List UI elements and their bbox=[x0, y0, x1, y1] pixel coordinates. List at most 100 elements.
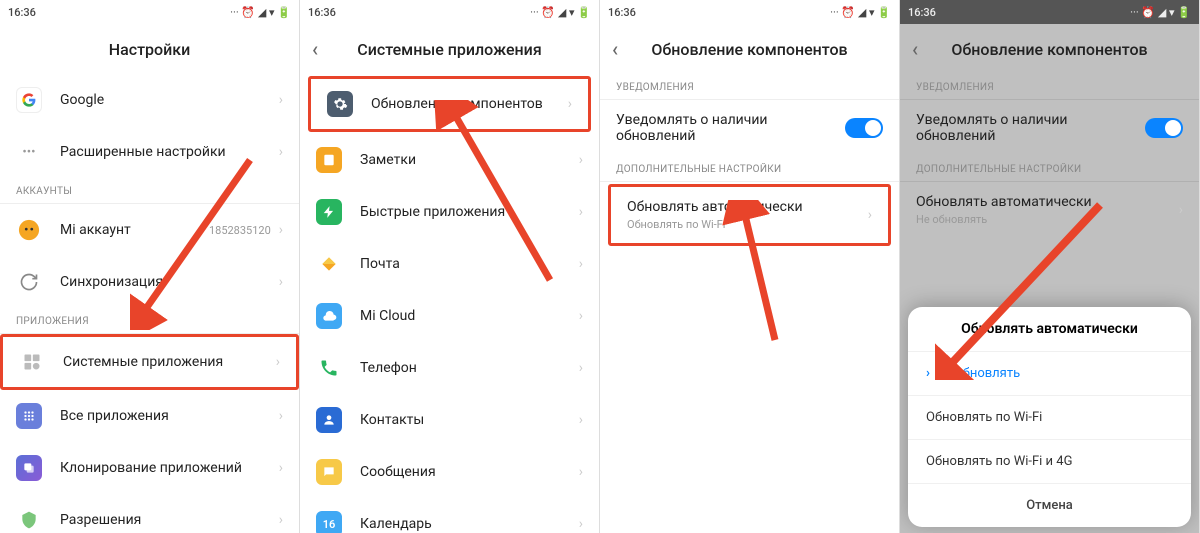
sheet-opt-label: Обновлять по Wi-Fi и 4G bbox=[926, 454, 1072, 469]
row-system-apps[interactable]: Системные приложения › bbox=[0, 334, 299, 390]
chevron-icon: › bbox=[279, 92, 283, 108]
row-notif-label: Уведомлять о наличии обновлений bbox=[916, 112, 1145, 144]
row-mi-id: 1852835120 bbox=[209, 224, 271, 237]
status-bar: 16:36 ··· ⏰ ◢ ▾ 🔋 bbox=[300, 0, 599, 24]
permissions-icon bbox=[16, 507, 42, 533]
phone-icon bbox=[316, 355, 342, 381]
back-button[interactable]: ‹ bbox=[912, 37, 918, 61]
notes-icon bbox=[316, 147, 342, 173]
row-auto-update[interactable]: Обновлять автоматически Обновлять по Wi-… bbox=[608, 184, 891, 246]
status-bar: 16:36 ··· ⏰ ◢ ▾ 🔋 bbox=[900, 0, 1199, 24]
row-notes[interactable]: Заметки › bbox=[300, 134, 599, 186]
row-sync[interactable]: Синхронизация › bbox=[0, 256, 299, 308]
row-advanced[interactable]: ••• Расширенные настройки › bbox=[0, 126, 299, 178]
sheet-cancel[interactable]: Отмена bbox=[908, 483, 1191, 527]
chevron-icon: › bbox=[579, 412, 583, 428]
row-all-apps[interactable]: Все приложения › bbox=[0, 390, 299, 442]
status-bar: 16:36 ··· ⏰ ◢ ▾ 🔋 bbox=[0, 0, 299, 24]
section-extra: ДОПОЛНИТЕЛЬНЫЕ НАСТРОЙКИ bbox=[900, 156, 1199, 182]
row-notify-updates[interactable]: Уведомлять о наличии обновлений bbox=[900, 100, 1199, 156]
row-contacts-label: Контакты bbox=[360, 412, 579, 428]
back-button[interactable]: ‹ bbox=[612, 37, 618, 61]
row-mail-label: Почта bbox=[360, 256, 579, 272]
chevron-icon: › bbox=[279, 512, 283, 528]
status-time: 16:36 bbox=[608, 6, 636, 19]
row-mi-label: Mi аккаунт bbox=[60, 222, 209, 238]
row-mi-account[interactable]: Mi аккаунт 1852835120 › bbox=[0, 204, 299, 256]
clone-icon bbox=[16, 455, 42, 481]
row-cal-label: Календарь bbox=[360, 516, 579, 532]
chevron-icon: › bbox=[279, 274, 283, 290]
chevron-icon: › bbox=[868, 207, 872, 223]
row-permissions[interactable]: Разрешения › bbox=[0, 494, 299, 533]
chevron-icon: › bbox=[579, 516, 583, 532]
page-title: Настройки bbox=[109, 40, 190, 59]
chevron-icon: › bbox=[579, 308, 583, 324]
row-notif-label: Уведомлять о наличии обновлений bbox=[616, 112, 845, 144]
row-contacts[interactable]: Контакты › bbox=[300, 394, 599, 446]
status-icons: ··· ⏰ ◢ ▾ 🔋 bbox=[830, 6, 891, 19]
sheet-option-wifi[interactable]: Обновлять по Wi-Fi bbox=[908, 395, 1191, 439]
action-sheet: Обновлять автоматически Не обновлять Обн… bbox=[908, 307, 1191, 527]
status-icons: ··· ⏰ ◢ ▾ 🔋 bbox=[230, 6, 291, 19]
chevron-icon: › bbox=[279, 144, 283, 160]
chevron-icon: › bbox=[1179, 202, 1183, 218]
page-title: Обновление компонентов bbox=[951, 40, 1147, 59]
row-messages[interactable]: Сообщения › bbox=[300, 446, 599, 498]
panel-settings: 16:36 ··· ⏰ ◢ ▾ 🔋 Настройки Google › •••… bbox=[0, 0, 300, 533]
back-button[interactable]: ‹ bbox=[312, 37, 318, 61]
row-sync-label: Синхронизация bbox=[60, 274, 279, 290]
sheet-option-wifi-4g[interactable]: Обновлять по Wi-Fi и 4G bbox=[908, 439, 1191, 483]
mi-account-icon bbox=[16, 217, 42, 243]
row-mail[interactable]: Почта › bbox=[300, 238, 599, 290]
row-mi-cloud[interactable]: Mi Cloud › bbox=[300, 290, 599, 342]
sync-icon bbox=[16, 269, 42, 295]
sheet-opt-label: Не обновлять bbox=[936, 366, 1020, 381]
row-auto-label: Обновлять автоматически bbox=[916, 194, 1179, 210]
status-icons: ··· ⏰ ◢ ▾ 🔋 bbox=[1130, 6, 1191, 19]
status-time: 16:36 bbox=[908, 6, 936, 19]
row-calendar[interactable]: 16 Календарь › bbox=[300, 498, 599, 533]
section-notifications: УВЕДОМЛЕНИЯ bbox=[600, 74, 899, 100]
system-apps-icon bbox=[19, 349, 45, 375]
row-auto-update[interactable]: Обновлять автоматически Не обновлять › bbox=[900, 182, 1199, 238]
section-notifications: УВЕДОМЛЕНИЯ bbox=[900, 74, 1199, 100]
row-all-apps-label: Все приложения bbox=[60, 408, 279, 424]
row-google-label: Google bbox=[60, 92, 279, 108]
header: ‹ Обновление компонентов bbox=[600, 24, 899, 74]
row-phone[interactable]: Телефон › bbox=[300, 342, 599, 394]
gear-icon bbox=[327, 91, 353, 117]
row-quick-apps[interactable]: Быстрые приложения › bbox=[300, 186, 599, 238]
row-notify-updates[interactable]: Уведомлять о наличии обновлений bbox=[600, 100, 899, 156]
row-component-update[interactable]: Обновление компонентов › bbox=[308, 76, 591, 132]
row-google[interactable]: Google › bbox=[0, 74, 299, 126]
status-bar: 16:36 ··· ⏰ ◢ ▾ 🔋 bbox=[600, 0, 899, 24]
all-apps-icon bbox=[16, 403, 42, 429]
row-auto-label: Обновлять автоматически bbox=[627, 199, 868, 215]
row-quick-label: Быстрые приложения bbox=[360, 204, 579, 220]
chevron-icon: › bbox=[579, 464, 583, 480]
row-advanced-label: Расширенные настройки bbox=[60, 144, 279, 160]
contacts-icon bbox=[316, 407, 342, 433]
status-time: 16:36 bbox=[8, 6, 36, 19]
status-icons: ··· ⏰ ◢ ▾ 🔋 bbox=[530, 6, 591, 19]
row-clone[interactable]: Клонирование приложений › bbox=[0, 442, 299, 494]
cloud-icon bbox=[316, 303, 342, 329]
messages-icon bbox=[316, 459, 342, 485]
row-msg-label: Сообщения bbox=[360, 464, 579, 480]
header: ‹ Системные приложения bbox=[300, 24, 599, 74]
row-permissions-label: Разрешения bbox=[60, 512, 279, 528]
sheet-opt-label: Обновлять по Wi-Fi bbox=[926, 410, 1042, 425]
chevron-icon: › bbox=[579, 152, 583, 168]
header: Настройки bbox=[0, 24, 299, 74]
sheet-option-none[interactable]: Не обновлять bbox=[908, 351, 1191, 395]
row-phone-label: Телефон bbox=[360, 360, 579, 376]
toggle-on[interactable] bbox=[1145, 118, 1183, 138]
chevron-icon: › bbox=[579, 360, 583, 376]
section-accounts: АККАУНТЫ bbox=[0, 178, 299, 204]
toggle-on[interactable] bbox=[845, 118, 883, 138]
panel-component-update-sheet: 16:36 ··· ⏰ ◢ ▾ 🔋 ‹ Обновление компонент… bbox=[900, 0, 1200, 533]
header: ‹ Обновление компонентов bbox=[900, 24, 1199, 74]
row-notes-label: Заметки bbox=[360, 152, 579, 168]
lightning-icon bbox=[316, 199, 342, 225]
